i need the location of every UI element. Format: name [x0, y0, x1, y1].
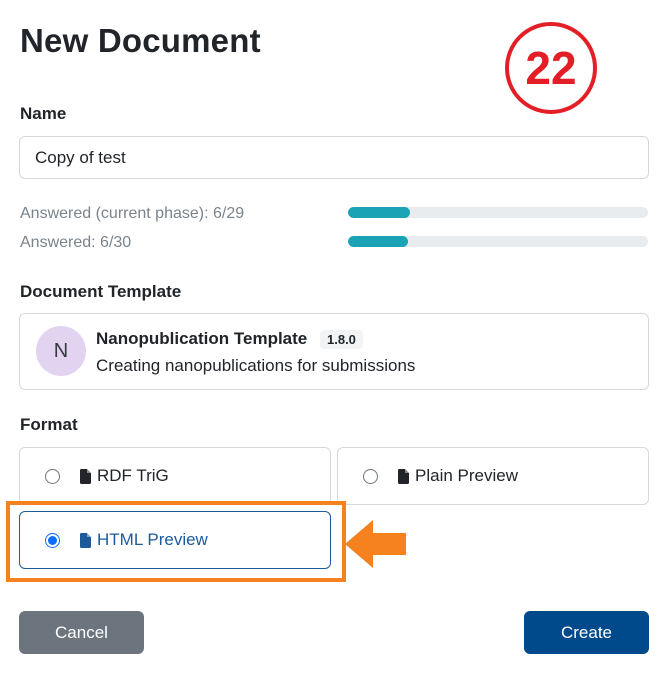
template-version-badge: 1.8.0 — [320, 330, 363, 349]
progress-current-phase-bar — [348, 207, 648, 218]
template-name: Nanopublication Template — [96, 329, 308, 348]
create-button[interactable]: Create — [524, 611, 649, 654]
format-label: Format — [20, 415, 78, 434]
progress-current-phase-fill — [348, 207, 411, 218]
progress-total-bar — [348, 236, 648, 247]
file-icon — [80, 468, 91, 484]
template-card[interactable]: N Nanopublication Template 1.8.0 Creatin… — [19, 313, 649, 390]
radio-rdf-trig[interactable] — [45, 468, 60, 484]
format-option-plain-preview[interactable]: Plain Preview — [337, 447, 649, 505]
file-icon — [398, 468, 409, 484]
format-option-label: RDF TriG — [97, 466, 169, 485]
radio-plain-preview[interactable] — [363, 468, 378, 484]
template-description: Creating nanopublications for submission… — [96, 356, 416, 375]
progress-total-fill — [348, 236, 408, 247]
step-number-badge: 22 — [505, 22, 597, 114]
document-template-label: Document Template — [20, 282, 182, 301]
cancel-button[interactable]: Cancel — [19, 611, 144, 654]
arrow-left-icon — [345, 520, 406, 568]
template-avatar: N — [36, 326, 86, 376]
name-input[interactable] — [19, 136, 649, 179]
progress-total-label: Answered: 6/30 — [20, 234, 132, 251]
page-title: New Document — [20, 22, 261, 59]
format-option-label: Plain Preview — [415, 466, 518, 485]
format-option-rdf-trig[interactable]: RDF TriG — [19, 447, 331, 505]
annotation-highlight-box — [6, 501, 346, 582]
name-label: Name — [20, 104, 67, 123]
progress-current-phase-label: Answered (current phase): 6/29 — [20, 205, 245, 222]
